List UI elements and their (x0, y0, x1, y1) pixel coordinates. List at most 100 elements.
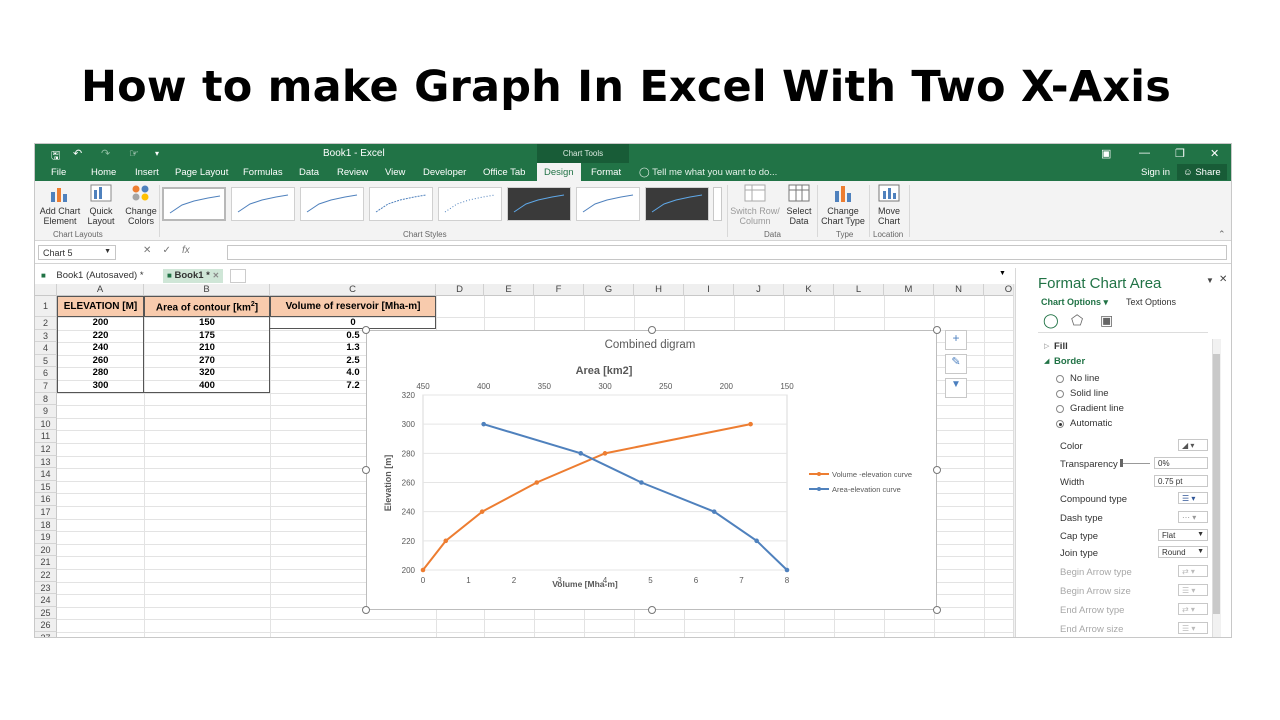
tab-developer[interactable]: Developer (423, 167, 466, 178)
row-header-20[interactable]: 20 (35, 543, 57, 557)
tab-page-layout[interactable]: Page Layout (175, 167, 228, 178)
row-header-26[interactable]: 26 (35, 619, 57, 632)
column-header-c[interactable]: C (270, 284, 436, 296)
begin-arrow-type-dropdown[interactable]: ⇄ ▾ (1178, 565, 1208, 577)
row-header-11[interactable]: 11 (35, 430, 57, 443)
chart-options-dropdown[interactable]: Chart Options ▾ (1041, 297, 1108, 308)
add-chart-element-button[interactable]: Add Chart Element (38, 184, 82, 226)
row-header-24[interactable]: 24 (35, 594, 57, 607)
color-picker[interactable]: ◢ ▾ (1178, 439, 1208, 451)
cell-area[interactable]: 175 (144, 330, 270, 343)
name-box[interactable]: Chart 5 ▼ (38, 245, 116, 260)
column-header-j[interactable]: J (734, 284, 784, 296)
tab-format[interactable]: Format (591, 167, 621, 178)
cell-elevation[interactable]: 220 (57, 330, 144, 343)
column-header-h[interactable]: H (634, 284, 684, 296)
row-header-12[interactable]: 12 (35, 443, 57, 456)
column-header-f[interactable]: F (534, 284, 584, 296)
cell-elevation[interactable]: 200 (57, 317, 144, 330)
column-header-k[interactable]: K (784, 284, 834, 296)
cell-area[interactable]: 150 (144, 317, 270, 330)
resize-handle-tr[interactable] (933, 326, 941, 334)
doc-tab-book1-autosaved[interactable]: ■ Book1 (Autosaved) * (37, 269, 148, 283)
row-header-18[interactable]: 18 (35, 518, 57, 532)
column-header-o[interactable]: O (984, 284, 1013, 296)
tab-formulas[interactable]: Formulas (243, 167, 283, 178)
cell-area[interactable]: 320 (144, 367, 270, 380)
gallery-scroll[interactable] (713, 187, 722, 221)
chart-style-thumb[interactable] (369, 187, 433, 221)
text-options-tab[interactable]: Text Options (1126, 297, 1176, 307)
border-section[interactable]: Border (1054, 356, 1085, 367)
row-header-3[interactable]: 3 (35, 329, 57, 343)
tab-home[interactable]: Home (91, 167, 116, 178)
row-header-22[interactable]: 22 (35, 569, 57, 582)
end-arrow-size-dropdown[interactable]: ☰ ▾ (1178, 622, 1208, 634)
cell-elevation[interactable]: 300 (57, 380, 144, 393)
cell-area[interactable]: 210 (144, 342, 270, 355)
formula-input[interactable] (227, 245, 1227, 260)
touch-mode-icon[interactable]: ☞ (129, 147, 139, 160)
resize-handle-bl[interactable] (362, 606, 370, 614)
column-header-l[interactable]: L (834, 284, 884, 296)
row-header-19[interactable]: 19 (35, 531, 57, 544)
tab-design[interactable]: Design (537, 163, 581, 181)
sign-in-link[interactable]: Sign in (1141, 167, 1170, 178)
fill-line-icon[interactable]: ◯ (1043, 312, 1059, 329)
resize-handle-br[interactable] (933, 606, 941, 614)
minimize-icon[interactable]: — (1139, 147, 1150, 159)
resize-handle-top[interactable] (648, 326, 656, 334)
column-header-m[interactable]: M (884, 284, 934, 296)
column-header-g[interactable]: G (584, 284, 634, 296)
chart-style-thumb[interactable] (231, 187, 295, 221)
resize-handle-bottom[interactable] (648, 606, 656, 614)
row-header-9[interactable]: 9 (35, 405, 57, 418)
tab-list-icon[interactable]: ▼ (999, 270, 1006, 277)
customize-toolbar-icon[interactable]: ▾ (155, 149, 159, 158)
cell-area[interactable]: 400 (144, 380, 270, 393)
cell-elevation[interactable]: 260 (57, 355, 144, 368)
check-icon[interactable]: ✓ (163, 245, 171, 256)
cell-elevation[interactable]: 280 (57, 367, 144, 380)
header-volume[interactable]: Volume of reservoir [Mha-m] (270, 296, 436, 317)
column-header-i[interactable]: I (684, 284, 734, 296)
chart-styles-gallery[interactable] (160, 187, 715, 221)
resize-handle-tl[interactable] (362, 326, 370, 334)
column-header-a[interactable]: A (57, 284, 144, 296)
radio-solid-line[interactable] (1056, 390, 1064, 398)
fill-section[interactable]: Fill (1054, 341, 1068, 352)
resize-handle-left[interactable] (362, 466, 370, 474)
new-tab-button[interactable] (230, 269, 246, 283)
collapse-ribbon-icon[interactable]: ⌃ (1218, 229, 1226, 240)
row-header-13[interactable]: 13 (35, 455, 57, 469)
cell-area[interactable]: 270 (144, 355, 270, 368)
chart-style-thumb[interactable] (645, 187, 709, 221)
row-header-1[interactable]: 1 (35, 296, 57, 317)
chart-style-thumb[interactable] (300, 187, 364, 221)
tell-me-search[interactable]: ◯ Tell me what you want to do... (639, 167, 777, 178)
select-data-button[interactable]: Select Data (783, 184, 815, 226)
row-header-7[interactable]: 7 (35, 380, 57, 393)
tab-review[interactable]: Review (337, 167, 368, 178)
cell-elevation[interactable]: 240 (57, 342, 144, 355)
switch-row-column-button[interactable]: Switch Row/ Column (729, 184, 781, 226)
row-header-14[interactable]: 14 (35, 468, 57, 481)
header-elevation[interactable]: ELEVATION [M] (57, 296, 144, 317)
tab-view[interactable]: View (385, 167, 405, 178)
header-area[interactable]: Area of contour [km2] (144, 296, 270, 317)
tab-office-tab[interactable]: Office Tab (483, 167, 525, 178)
row-header-27[interactable]: 27 (35, 632, 57, 637)
compound-type-dropdown[interactable]: ☰ ▾ (1178, 492, 1208, 504)
size-properties-icon[interactable]: ▣ (1100, 312, 1113, 329)
row-header-5[interactable]: 5 (35, 354, 57, 368)
resize-handle-right[interactable] (933, 466, 941, 474)
fill-expand-icon[interactable]: ▷ (1044, 342, 1049, 350)
chart-style-thumb[interactable] (162, 187, 226, 221)
row-header-16[interactable]: 16 (35, 493, 57, 506)
cancel-icon[interactable]: ✕ (143, 245, 151, 256)
column-header-n[interactable]: N (934, 284, 984, 296)
row-header-25[interactable]: 25 (35, 606, 57, 620)
panel-scroll-thumb[interactable] (1213, 354, 1220, 614)
doc-tab-book1[interactable]: ■ Book1 * ✕ (163, 269, 224, 283)
tab-data[interactable]: Data (299, 167, 319, 178)
